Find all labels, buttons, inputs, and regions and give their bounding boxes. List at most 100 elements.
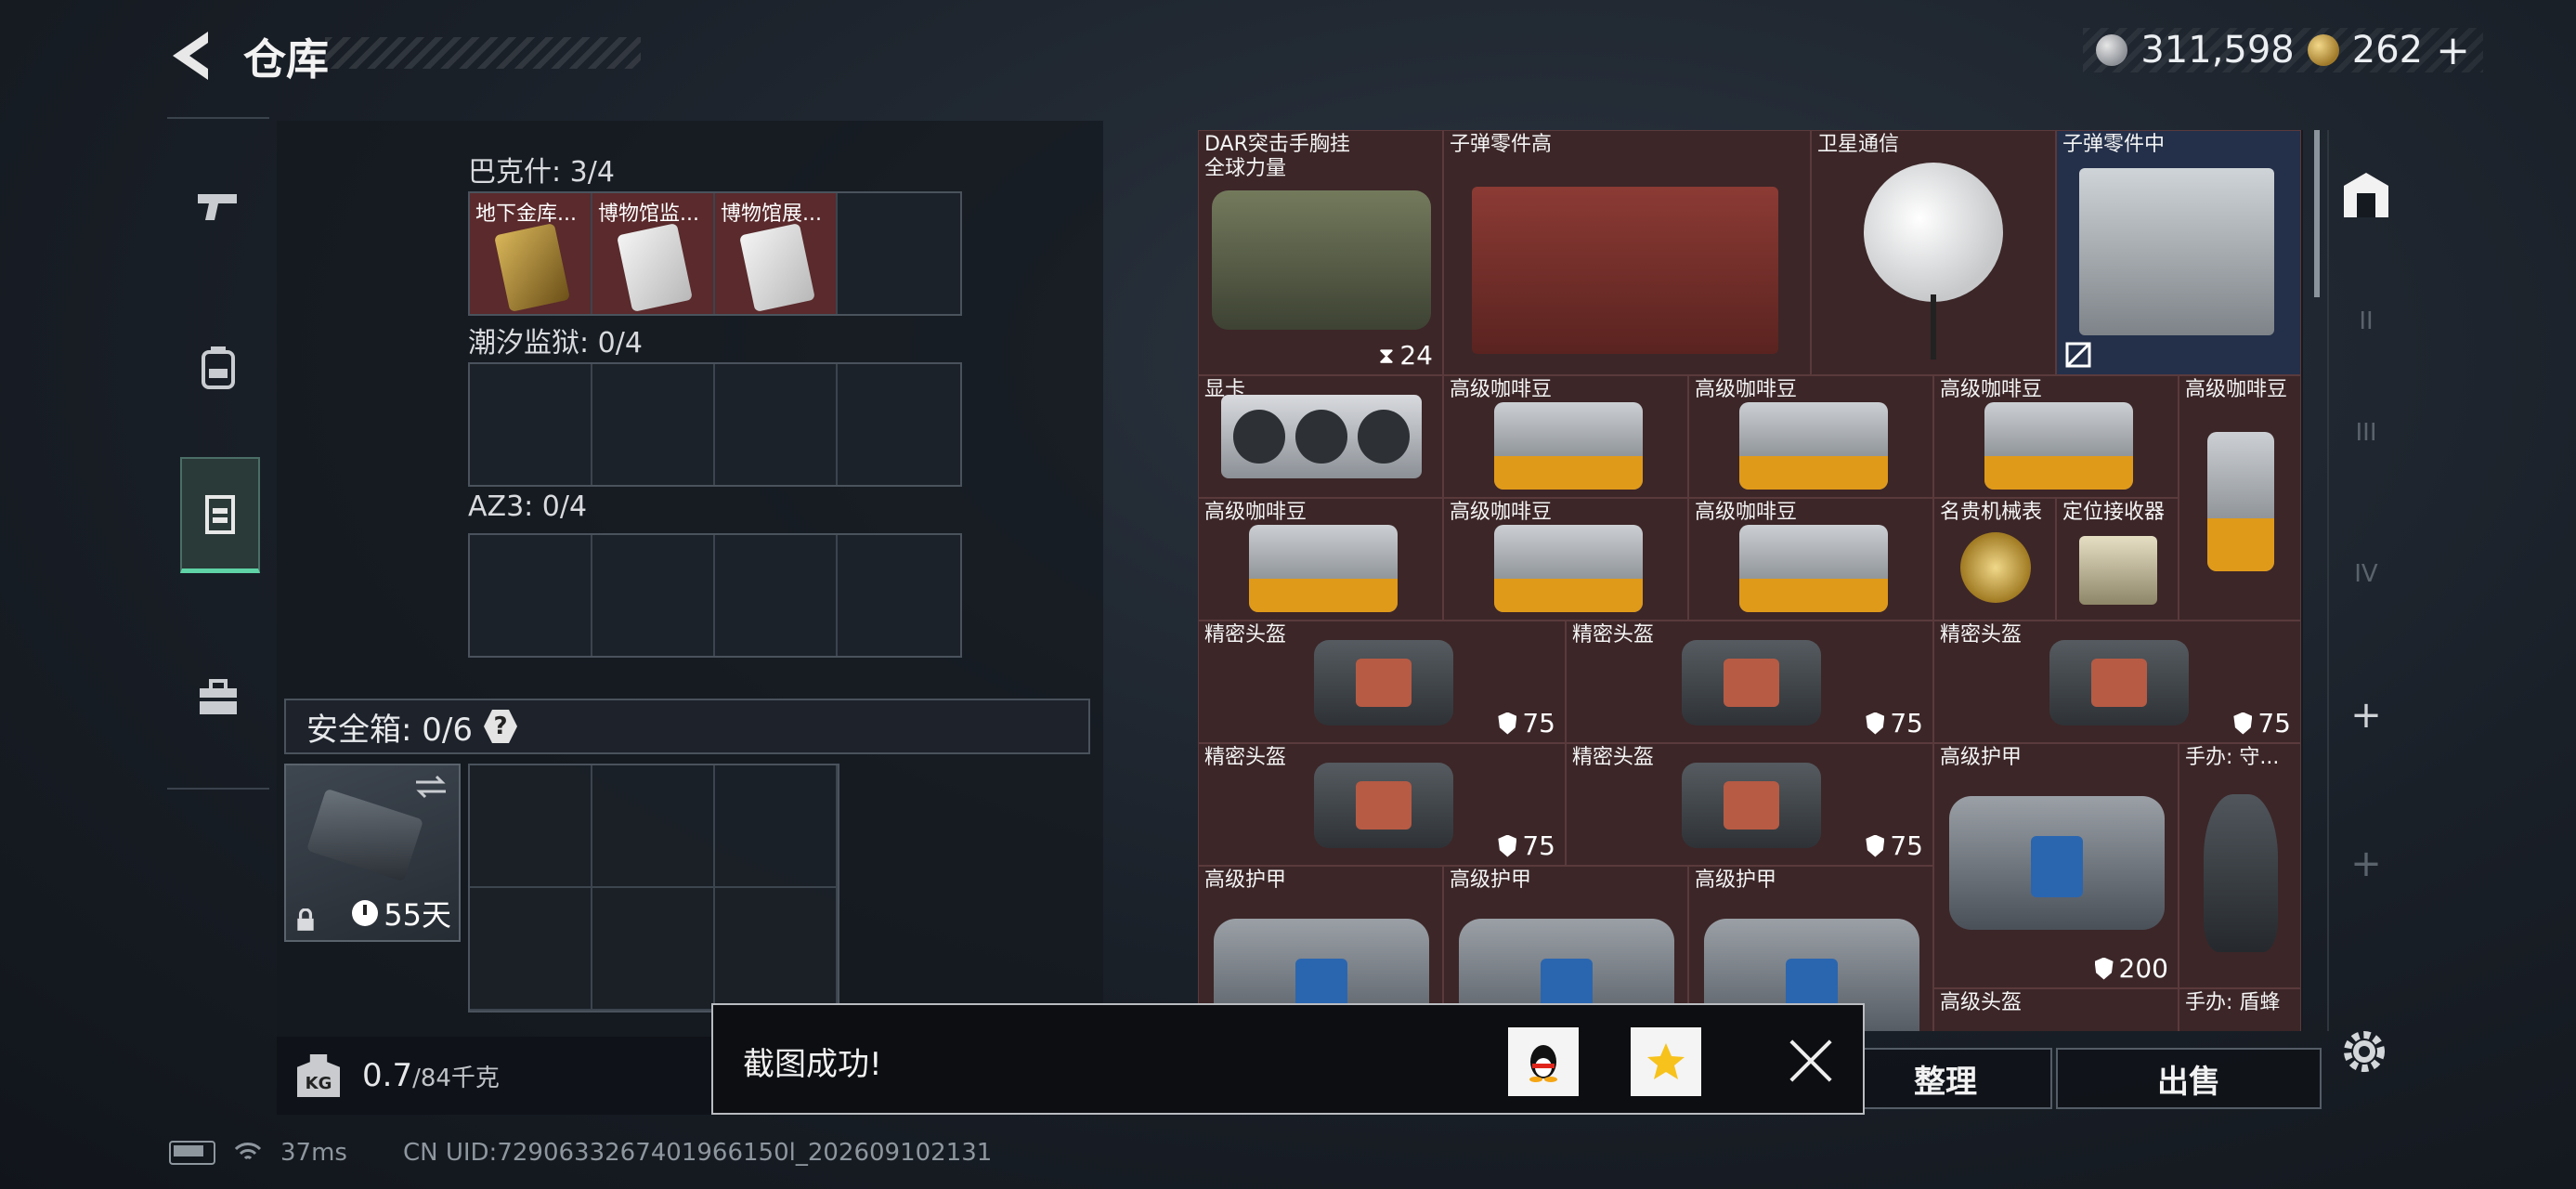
keycard-slot[interactable]: 博物馆展...: [715, 193, 838, 314]
item-label: DAR突击手胸挂 全球力量: [1204, 133, 1350, 180]
empty-slot[interactable]: [838, 535, 960, 656]
stash-tabs: II III IV + +: [2327, 130, 2403, 1031]
keycard-slot[interactable]: 博物馆监...: [592, 193, 715, 314]
item-label: 手办: 盾蜂: [2185, 991, 2281, 1014]
tab-number: III: [2355, 419, 2377, 447]
shield-icon: [2094, 957, 2114, 980]
item-coffee-tall[interactable]: 高级咖啡豆: [2179, 375, 2301, 621]
helmet-image: [1314, 763, 1453, 848]
add-currency-button[interactable]: +: [2436, 27, 2470, 74]
item-ammo-parts-mid[interactable]: 子弹零件中: [2056, 130, 2301, 375]
item-figure[interactable]: 手办: 盾蜂: [2179, 988, 2301, 1031]
item-helmet[interactable]: 精密头盔 75: [1933, 621, 2301, 743]
section-title-tidal-prison: 潮汐监狱: 0/4: [468, 327, 643, 359]
section-title-bakesh: 巴克什: 3/4: [468, 156, 615, 189]
empty-slot[interactable]: [592, 364, 715, 485]
item-helmet[interactable]: 精密头盔 75: [1566, 743, 1933, 866]
gold-amount: 262: [2351, 29, 2424, 72]
empty-slot[interactable]: [715, 535, 838, 656]
item-armor[interactable]: 高级护甲 200: [1933, 743, 2179, 988]
empty-slot[interactable]: [715, 765, 838, 888]
stat-value: 200: [2118, 953, 2168, 984]
item-helmet[interactable]: 精密头盔 75: [1198, 621, 1566, 743]
gear-icon[interactable]: [2338, 1026, 2390, 1078]
weight-icon: KG: [297, 1054, 340, 1097]
item-satellite-comm[interactable]: 卫星通信: [1811, 130, 2056, 375]
stash-tab-2[interactable]: II: [2338, 294, 2394, 349]
empty-slot[interactable]: [838, 193, 960, 314]
stat-value: 75: [1522, 830, 1555, 861]
stash-scrollbar[interactable]: [2314, 130, 2320, 297]
stat-value: 75: [1522, 708, 1555, 738]
helmet-image: [2049, 640, 2189, 725]
item-coffee[interactable]: 高级咖啡豆: [1443, 498, 1688, 621]
stat-value: 75: [1890, 830, 1923, 861]
item-gpu[interactable]: 显卡: [1198, 375, 1443, 498]
share-qq-button[interactable]: [1508, 1027, 1579, 1096]
lock-icon: [297, 908, 314, 931]
tab-number: II: [2359, 307, 2374, 335]
item-figure[interactable]: 手办: 守...: [2179, 743, 2301, 988]
organize-button[interactable]: 整理: [1839, 1048, 2052, 1109]
item-helmet[interactable]: 精密头盔 75: [1566, 621, 1933, 743]
safe-box-title: 安全箱: 0/6: [306, 711, 473, 749]
item-coffee[interactable]: 高级咖啡豆: [1443, 375, 1688, 498]
close-icon[interactable]: [1783, 1033, 1839, 1089]
keycard-slot[interactable]: 地下金库...: [470, 193, 592, 314]
item-label: 高级咖啡豆: [1450, 501, 1553, 524]
nav-weapons[interactable]: [180, 150, 256, 260]
back-button[interactable]: [167, 28, 214, 84]
nav-chest-rig[interactable]: [180, 457, 260, 573]
add-stash-tab-button[interactable]: +: [2338, 687, 2394, 743]
item-watch[interactable]: 名贵机械表: [1933, 498, 2056, 621]
empty-slot[interactable]: [715, 364, 838, 485]
empty-slot[interactable]: [592, 535, 715, 656]
helmet-image: [1682, 763, 1821, 848]
gold-keycard-icon: [493, 223, 571, 312]
safe-box-item[interactable]: 55天: [284, 764, 461, 942]
stash-tab-3[interactable]: III: [2338, 405, 2394, 461]
coffee-image: [1494, 525, 1643, 612]
nav-backpack[interactable]: [180, 312, 256, 422]
item-stat: 75: [1866, 830, 1923, 861]
item-chest-rig[interactable]: DAR突击手胸挂 全球力量 ⧗ 24: [1198, 130, 1443, 375]
item-coffee[interactable]: 高级咖啡豆: [1198, 498, 1443, 621]
tab-number: IV: [2354, 560, 2378, 588]
item-ammo-parts-high[interactable]: 子弹零件高: [1443, 130, 1811, 375]
empty-slot[interactable]: [592, 765, 715, 888]
empty-slot[interactable]: [838, 364, 960, 485]
empty-slot[interactable]: [715, 888, 838, 1011]
item-helmet-advanced[interactable]: 高级头盔: [1933, 988, 2179, 1031]
dish-stand: [1931, 294, 1936, 359]
empty-slot[interactable]: [470, 535, 592, 656]
item-stat: 75: [1498, 830, 1555, 861]
empty-slot[interactable]: [470, 364, 592, 485]
item-helmet[interactable]: 精密头盔 75: [1198, 743, 1566, 866]
shield-icon: [1498, 712, 1517, 735]
coffee-image: [1984, 402, 2133, 490]
sell-button[interactable]: 出售: [2056, 1048, 2322, 1109]
empty-slot[interactable]: [470, 765, 592, 888]
item-receiver[interactable]: 定位接收器: [2056, 498, 2179, 621]
stash-tab-main[interactable]: [2338, 167, 2394, 223]
item-coffee[interactable]: 高级咖啡豆: [1933, 375, 2179, 498]
back-arrow-icon: [173, 32, 208, 80]
coffee-image: [2207, 432, 2274, 571]
item-stat: 75: [1866, 708, 1923, 738]
add-stash-tab-button-locked[interactable]: +: [2338, 836, 2394, 892]
title-decoration: [325, 37, 641, 69]
item-label: 精密头盔: [1940, 623, 2023, 647]
stash-tab-4[interactable]: IV: [2338, 546, 2394, 602]
empty-slot[interactable]: [592, 888, 715, 1011]
item-stat: 75: [2233, 708, 2291, 738]
shield-icon: [1866, 712, 1885, 735]
item-coffee[interactable]: 高级咖啡豆: [1688, 375, 1933, 498]
item-coffee[interactable]: 高级咖啡豆: [1688, 498, 1933, 621]
coffee-image: [1739, 525, 1888, 612]
help-button[interactable]: ?: [483, 710, 517, 743]
share-qzone-button[interactable]: [1631, 1027, 1701, 1096]
shield-icon: [1498, 834, 1517, 857]
empty-slot[interactable]: [470, 888, 592, 1011]
nav-toolbox[interactable]: [180, 643, 256, 752]
shield-icon: [2233, 712, 2253, 735]
